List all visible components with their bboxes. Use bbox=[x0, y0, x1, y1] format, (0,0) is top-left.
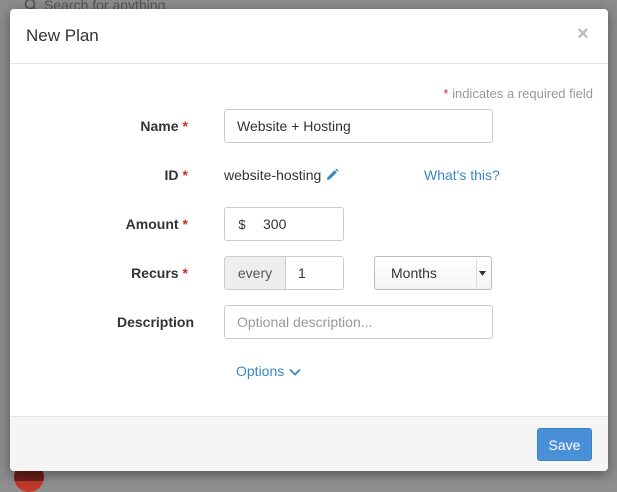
required-note-text: indicates a required field bbox=[448, 86, 593, 101]
id-label: ID * bbox=[165, 158, 188, 192]
currency-symbol: $ bbox=[238, 216, 246, 232]
options-toggle[interactable]: Options bbox=[236, 354, 301, 388]
period-select[interactable]: Months bbox=[374, 256, 492, 290]
close-icon: × bbox=[577, 23, 589, 45]
id-value: website-hosting bbox=[224, 158, 339, 192]
id-value-text: website-hosting bbox=[224, 167, 322, 183]
amount-label-text: Amount bbox=[125, 216, 179, 232]
name-input[interactable] bbox=[224, 109, 493, 143]
recurs-input-group: every bbox=[224, 256, 344, 290]
name-row: Name * bbox=[10, 109, 608, 143]
every-addon: every bbox=[225, 257, 286, 289]
name-label-text: Name bbox=[140, 118, 179, 134]
modal-title: New Plan bbox=[26, 26, 99, 45]
select-arrow-icon bbox=[476, 259, 488, 287]
chevron-down-icon bbox=[289, 354, 301, 388]
whats-this-link[interactable]: What's this? bbox=[424, 158, 500, 192]
id-row: ID * website-hosting What's this? bbox=[10, 158, 608, 192]
amount-required-star: * bbox=[182, 216, 188, 232]
id-label-text: ID bbox=[164, 167, 179, 183]
name-label: Name * bbox=[140, 109, 188, 143]
recurs-label: Recurs * bbox=[131, 256, 188, 290]
interval-input[interactable] bbox=[286, 257, 343, 289]
period-select-value: Months bbox=[391, 265, 437, 281]
description-row: Description bbox=[10, 305, 608, 339]
modal-footer: Save bbox=[10, 416, 608, 471]
options-row: Options bbox=[10, 354, 608, 388]
new-plan-modal: New Plan × * indicates a required field … bbox=[10, 9, 608, 471]
options-label: Options bbox=[236, 363, 285, 379]
recurs-label-text: Recurs bbox=[131, 265, 179, 281]
amount-input[interactable] bbox=[259, 208, 339, 240]
amount-row: Amount * $ bbox=[10, 207, 608, 241]
name-required-star: * bbox=[182, 118, 188, 134]
amount-input-group: $ bbox=[224, 207, 344, 241]
recurs-row: Recurs* every Months bbox=[10, 256, 608, 290]
pencil-icon[interactable] bbox=[325, 168, 339, 182]
save-button[interactable]: Save bbox=[537, 428, 592, 461]
id-required-star: * bbox=[182, 167, 188, 183]
modal-body: * indicates a required field Name* ID* w… bbox=[10, 64, 608, 416]
description-label: Description bbox=[116, 314, 194, 330]
description-input[interactable] bbox=[224, 305, 493, 339]
close-button[interactable]: × bbox=[574, 23, 592, 45]
amount-label: Amount * bbox=[126, 207, 188, 241]
recurs-required-star: * bbox=[182, 265, 188, 281]
required-note: * indicates a required field bbox=[443, 86, 593, 101]
modal-header: New Plan × bbox=[10, 9, 608, 64]
